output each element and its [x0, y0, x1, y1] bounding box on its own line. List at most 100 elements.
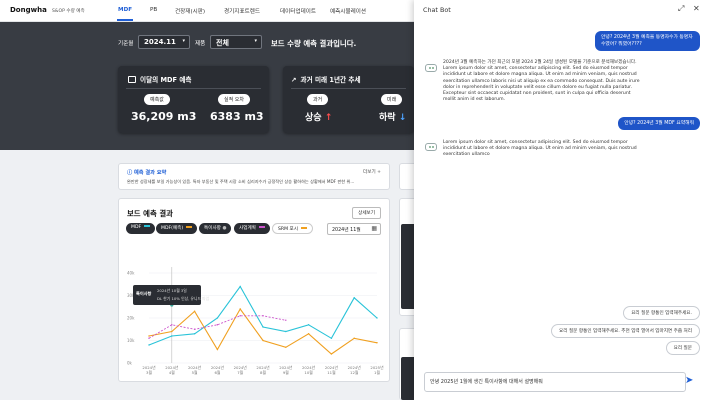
past-pill: 과거 [307, 94, 329, 105]
suggestion-chip[interactable]: 요리 질문 항통인 입력해주세요. 추천 입력 열어서 입마지면 주줍 처리 [551, 324, 700, 338]
summary-more-link[interactable]: 더보기 + [363, 169, 381, 175]
data-point[interactable] [193, 310, 196, 312]
close-icon[interactable]: ✕ [693, 4, 700, 13]
bot-avatar-icon [425, 143, 437, 151]
data-point[interactable] [148, 337, 150, 339]
data-point[interactable] [353, 297, 355, 299]
chevron-down-icon: ▾ [182, 38, 185, 44]
bot-message: 2024년 3월 예측하는 가던 최근의 모델 2024 2월 24일 생성된 … [443, 60, 640, 103]
data-point[interactable] [285, 319, 287, 321]
data-point[interactable] [171, 330, 173, 333]
data-point[interactable] [262, 339, 264, 342]
x-tick-label: 4월 [169, 370, 175, 375]
data-point[interactable] [285, 330, 287, 333]
data-point[interactable] [216, 317, 219, 319]
data-point[interactable] [216, 324, 219, 326]
tooltip-tag: 특이사항 [136, 291, 152, 296]
summary-title-text: 예측 결과 요약 [134, 170, 167, 176]
data-point[interactable] [239, 285, 241, 288]
chatbot-panel: Chat Bot ⤢ ✕ 안녕? 2024년 3월 예측을 동명자수가 동명자수… [414, 0, 711, 400]
data-point[interactable] [239, 308, 241, 310]
future-trend: 하락 ↓ [379, 110, 406, 123]
data-point[interactable] [216, 348, 219, 351]
forecast-summary-card: ⓘ 예측 결과 요약 더보기 + 완만한 성장세를 보일 가능성이 있음. 특자… [118, 163, 390, 190]
send-icon[interactable]: ➤ [685, 375, 693, 386]
x-tick-label: 9월 [283, 370, 289, 375]
data-point[interactable] [307, 333, 310, 335]
expand-icon[interactable]: ⤢ [678, 4, 684, 14]
x-tick-label: 10월 [304, 370, 313, 375]
nav-tab-pb[interactable]: PB [150, 7, 157, 13]
data-point[interactable] [171, 324, 173, 326]
y-tick-label: 20k [127, 316, 135, 321]
bot-avatar-icon [425, 64, 437, 72]
nav-tab-building-material[interactable]: 건장재(시판) [175, 7, 205, 15]
brand-subtitle: S&OP 수량 예측 [52, 8, 85, 14]
data-point[interactable] [330, 337, 333, 339]
error-pill: 실적 오차 [218, 94, 250, 105]
active-tab-indicator [117, 19, 133, 21]
future-pill: 미래 [381, 94, 403, 105]
data-point[interactable] [171, 335, 173, 337]
trend-chart-icon: ↗ [291, 76, 297, 84]
past-trend: 상승 ↑ [305, 110, 332, 123]
bot-message: Lorem ipsum dolor sit amet, consectetur … [443, 140, 637, 158]
user-message: 안녕? 2024년 3월 예측을 동명자수가 동명자수였어? 뭐였어???? [595, 31, 700, 51]
forecast-pill: 예측값 [144, 94, 170, 105]
x-tick-label: 7월 [237, 370, 243, 375]
info-icon: ⓘ [127, 170, 134, 176]
x-tick-label: 5월 [192, 370, 198, 375]
trend-card: ↗ 과거 미래 1년간 추세 과거 미래 상승 ↑ 하락 ↓ [283, 66, 414, 133]
arrow-down-icon: ↓ [398, 113, 407, 123]
tooltip-desc: DL 한기 10% 인상, 유니드 파업 [157, 296, 210, 301]
mdf-card-title-text: 이달의 MDF 예측 [140, 76, 192, 84]
data-point[interactable] [330, 353, 333, 355]
nav-tab-data-update[interactable]: 데이터업데이트 [280, 7, 316, 15]
suggestion-chip[interactable]: 요리 질문 [665, 341, 700, 355]
x-tick-label: 6월 [214, 370, 220, 375]
mdf-card-title: 이달의 MDF 예측 [128, 74, 191, 84]
hero-caption: 보드 수량 예측 결과입니다. [271, 39, 357, 48]
y-tick-label: 10k [127, 338, 135, 343]
chat-input[interactable] [430, 378, 670, 384]
period-select[interactable]: 2024.11 ▾ [138, 35, 190, 49]
x-tick-label: 8월 [260, 370, 266, 375]
x-tick-label: 3월 [146, 370, 152, 375]
suggestion-chip[interactable]: 요리 질문 항통인 입력해주세요. [623, 306, 700, 320]
event-tooltip: 특이사항 2024년 10월 3일 DL 한기 10% 인상, 유니드 파업 [133, 285, 209, 305]
data-point[interactable] [376, 317, 378, 319]
error-value: 6383 m3 [210, 110, 264, 123]
brand-logo[interactable]: Dongwha [10, 6, 47, 14]
data-point[interactable] [148, 344, 150, 346]
future-trend-text: 하락 [379, 113, 396, 123]
period-value: 2024.11 [144, 38, 176, 46]
data-point[interactable] [193, 328, 196, 330]
building-icon [128, 76, 136, 83]
data-point[interactable] [307, 324, 310, 326]
nav-tab-economic-trend[interactable]: 경기지표트렌드 [224, 7, 260, 15]
mdf-forecast-card: 이달의 MDF 예측 예측값 실적 오차 36,209 m3 6383 m3 [118, 66, 269, 133]
data-point[interactable] [193, 333, 196, 335]
x-tick-label: 11월 [327, 370, 336, 375]
chat-input-box[interactable] [424, 372, 686, 392]
chatbot-title: Chat Bot [423, 6, 451, 14]
data-point[interactable] [239, 315, 241, 317]
y-tick-label: 40k [127, 271, 135, 276]
nav-tab-mdf[interactable]: MDF [118, 7, 132, 13]
data-point[interactable] [285, 346, 287, 348]
product-select[interactable]: 전체 ▾ [210, 35, 262, 49]
period-label: 기준월 [118, 41, 134, 47]
data-point[interactable] [262, 326, 264, 328]
y-tick-label: 0k [127, 361, 133, 366]
past-trend-text: 상승 [305, 113, 322, 123]
data-point[interactable] [148, 335, 150, 337]
tooltip-date: 2024년 10월 3일 [157, 288, 187, 293]
product-label: 제품 [195, 41, 206, 47]
divider [126, 88, 261, 89]
summary-title: ⓘ 예측 결과 요약 [127, 169, 166, 176]
data-point[interactable] [262, 315, 264, 317]
data-point[interactable] [376, 342, 378, 344]
nav-tab-simulation[interactable]: 예측시뮬레이션 [330, 7, 366, 15]
x-tick-label: 12월 [350, 370, 359, 375]
data-point[interactable] [353, 337, 355, 339]
